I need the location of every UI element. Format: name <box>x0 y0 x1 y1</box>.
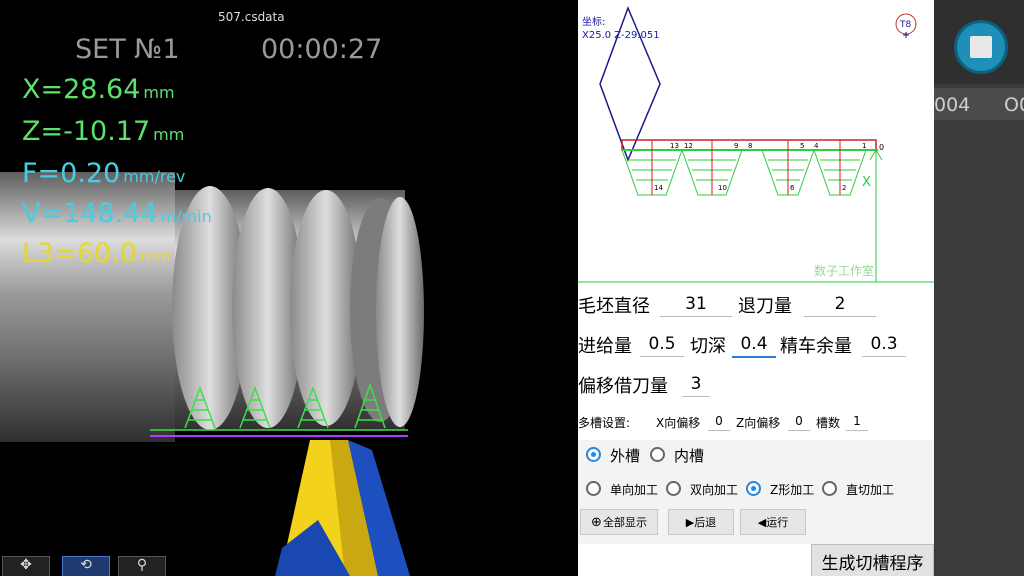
toolpath-preview: X 0 13 12 9 8 5 4 1 14 10 6 2 T8 <box>578 5 934 283</box>
finish-field[interactable]: 0.3 <box>862 332 906 357</box>
inner-groove-radio[interactable] <box>650 447 665 462</box>
feed-field[interactable]: 0.5 <box>640 332 684 357</box>
groove-program-panel: X 0 13 12 9 8 5 4 1 14 10 6 2 T8 坐标: X25… <box>578 0 934 576</box>
double-direction-radio[interactable] <box>666 481 681 496</box>
straight-cut-radio[interactable] <box>822 481 837 496</box>
offset-field[interactable]: 3 <box>682 372 710 397</box>
rotate-button[interactable]: ⟲ <box>62 556 110 576</box>
z-shape-radio[interactable] <box>746 481 761 496</box>
elapsed-timer: 00:00:27 <box>261 34 383 65</box>
length-readout: L3=60.0 mm <box>22 238 172 269</box>
offset-label: 偏移借刀量 <box>578 376 668 397</box>
inner-groove-label: 内槽 <box>674 447 705 465</box>
single-direction-label: 单向加工 <box>610 483 659 497</box>
zoom-button[interactable]: ⚲ <box>118 556 166 576</box>
show-all-button[interactable]: ⊕ 全部显示 <box>580 509 658 535</box>
x-axis-label: X <box>862 175 871 190</box>
move-button[interactable]: ✥ <box>2 556 50 576</box>
groove-label: 13 <box>670 142 679 150</box>
groove-label: 9 <box>734 142 738 150</box>
groove-count-field[interactable]: 1 <box>846 412 868 431</box>
groove-label: 5 <box>800 142 804 150</box>
groove-label: 4 <box>814 142 819 150</box>
single-direction-radio[interactable] <box>586 481 601 496</box>
column-header: 004 <box>934 94 971 116</box>
crosshair-icon: ⊕ <box>591 514 602 530</box>
file-name: 507.csdata <box>218 10 285 24</box>
column-header: O0 <box>1004 94 1024 116</box>
speed-readout: V=148.44 m/min <box>22 198 212 229</box>
z-readout: Z=-10.17 mm <box>22 116 185 147</box>
zero-label: 0 <box>879 143 884 152</box>
feed-label: 进给量 <box>578 336 632 357</box>
run-button[interactable]: ◀运行 <box>740 509 806 535</box>
z-shape-label: Z形加工 <box>770 483 815 497</box>
straight-cut-label: 直切加工 <box>846 483 895 497</box>
finish-label: 精车余量 <box>780 336 852 357</box>
coordinates: 坐标: X25.0 Z-29.051 <box>582 17 660 41</box>
retract-label: 退刀量 <box>738 296 792 317</box>
x-offset-field[interactable]: 0 <box>708 412 730 431</box>
depth-field[interactable]: 0.4 <box>732 332 776 358</box>
watermark: 数子工作室 <box>814 264 875 278</box>
generate-groove-program-button[interactable]: 生成切槽程序 <box>811 544 934 576</box>
machine-panel: 004 O0 <box>934 0 1024 576</box>
groove-label: 8 <box>748 142 752 150</box>
blank-diameter-label: 毛坯直径 <box>578 296 650 317</box>
stop-button[interactable] <box>954 20 1008 74</box>
groove-count-label: 槽数 <box>816 416 841 430</box>
z-offset-label: Z向偏移 <box>736 416 781 430</box>
outer-groove-label: 外槽 <box>610 447 641 465</box>
feed-readout: F=0.20 mm/rev <box>22 158 186 189</box>
groove-label: 10 <box>718 184 727 192</box>
set-number: SET №1 <box>75 34 180 65</box>
groove-label: 6 <box>790 184 795 192</box>
groove-label: 14 <box>654 184 663 192</box>
x-offset-label: X向偏移 <box>656 416 701 430</box>
blank-diameter-field[interactable]: 31 <box>660 292 732 317</box>
double-direction-label: 双向加工 <box>690 483 739 497</box>
groove-label: 2 <box>842 184 846 192</box>
screen: 507.csdata SET №1 00:00:27 X=28.64 mm Z=-… <box>0 0 1024 576</box>
x-readout: X=28.64 mm <box>22 74 175 105</box>
tool-number: T8 <box>899 20 911 30</box>
depth-label: 切深 <box>690 336 726 357</box>
z-offset-field[interactable]: 0 <box>788 412 810 431</box>
simulation-view[interactable]: 507.csdata SET №1 00:00:27 X=28.64 mm Z=-… <box>0 0 578 576</box>
multi-groove-label: 多槽设置: <box>578 416 631 430</box>
groove-label: 12 <box>684 142 693 150</box>
retract-field[interactable]: 2 <box>804 292 876 317</box>
outer-groove-radio[interactable] <box>586 447 601 462</box>
groove-label: 1 <box>862 142 866 150</box>
back-button[interactable]: ▶后退 <box>668 509 734 535</box>
